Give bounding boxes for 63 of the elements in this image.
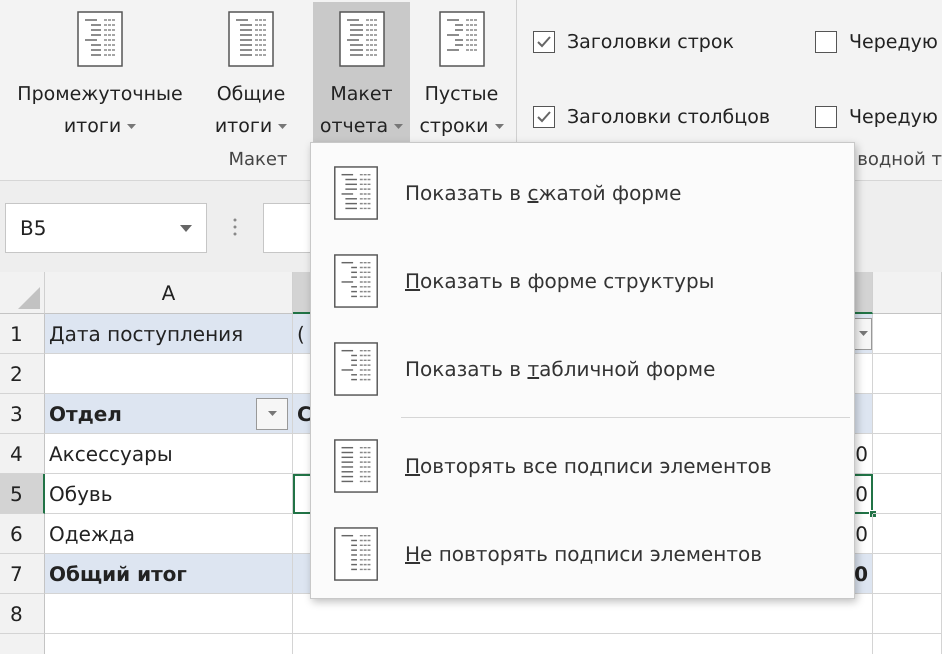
cell-value: Отдел bbox=[49, 400, 122, 428]
ribbon-button[interactable]: Пустые строки bbox=[413, 2, 510, 142]
cell-value: 0 bbox=[855, 480, 868, 508]
menu-item[interactable]: Повторять все подписи элементов bbox=[311, 422, 854, 510]
document-icon bbox=[228, 10, 274, 68]
checkbox-label[interactable]: Заголовки столбцов bbox=[567, 102, 770, 132]
more-icon[interactable] bbox=[233, 217, 237, 237]
caret-icon bbox=[268, 411, 276, 416]
row-header[interactable]: 5 bbox=[0, 474, 45, 514]
document-icon bbox=[438, 10, 484, 68]
table-cell: Дата поступления bbox=[45, 314, 293, 354]
document-icon bbox=[333, 527, 379, 581]
menu-item[interactable]: Показать в табличной форме bbox=[311, 325, 854, 413]
caret-icon bbox=[127, 124, 136, 128]
checkbox-label[interactable]: Заголовки строк bbox=[567, 28, 734, 56]
document-icon bbox=[77, 10, 123, 68]
row-header[interactable]: 7 bbox=[0, 554, 45, 594]
checkbox[interactable] bbox=[533, 106, 555, 128]
menu-item[interactable]: Показать в сжатой форме bbox=[311, 149, 854, 237]
row-header[interactable]: 4 bbox=[0, 434, 45, 474]
table-cell bbox=[873, 474, 942, 514]
name-box[interactable]: B5 bbox=[5, 203, 207, 253]
document-icon bbox=[333, 166, 379, 220]
checkmark-icon bbox=[536, 35, 552, 49]
caret-icon bbox=[858, 331, 868, 336]
ribbon-button[interactable]: Общие итоги bbox=[205, 2, 297, 142]
group-label: Макет bbox=[228, 148, 288, 172]
caret-icon bbox=[180, 224, 192, 232]
row-header[interactable]: 8 bbox=[0, 594, 45, 634]
checkmark-icon bbox=[536, 110, 552, 124]
menu-item[interactable]: Показать в форме структуры bbox=[311, 237, 854, 325]
cell-value: 0 bbox=[855, 440, 868, 468]
checkbox-label[interactable]: Чередую bbox=[849, 102, 938, 132]
cell-value: ( bbox=[297, 320, 305, 348]
table-cell bbox=[873, 594, 942, 634]
checkbox[interactable] bbox=[815, 106, 837, 128]
ribbon-button[interactable]: Макет отчета bbox=[313, 2, 410, 142]
checkbox[interactable] bbox=[815, 31, 837, 53]
row-header[interactable]: 6 bbox=[0, 514, 45, 554]
document-icon bbox=[338, 10, 384, 68]
menu-item[interactable]: Не повторять подписи элементов bbox=[311, 510, 854, 598]
row-header[interactable]: 2 bbox=[0, 354, 45, 394]
row-header[interactable]: 1 bbox=[0, 314, 45, 354]
row-header[interactable]: 3 bbox=[0, 394, 45, 434]
ribbon-button[interactable]: Промежуточные итоги bbox=[5, 2, 195, 142]
document-icon bbox=[333, 439, 379, 493]
caret-icon bbox=[278, 124, 288, 128]
caret-icon bbox=[394, 124, 404, 128]
filter-button[interactable] bbox=[256, 398, 288, 430]
table-cell: Обувь bbox=[45, 474, 293, 514]
cell-value: 0 bbox=[854, 560, 868, 588]
caret-icon bbox=[494, 124, 504, 128]
checkbox[interactable] bbox=[533, 31, 555, 53]
checkbox-label[interactable]: Чередую bbox=[849, 28, 938, 56]
document-icon bbox=[333, 254, 379, 308]
group-label: водной т bbox=[857, 148, 942, 172]
table-cell: Общий итог bbox=[45, 554, 293, 594]
column-header[interactable]: A bbox=[45, 272, 293, 314]
table-cell: Аксессуары bbox=[45, 434, 293, 474]
filter-button[interactable] bbox=[854, 318, 872, 350]
document-icon bbox=[333, 342, 379, 396]
cell-value: 0 bbox=[855, 520, 868, 548]
cell-value: С bbox=[297, 400, 312, 428]
